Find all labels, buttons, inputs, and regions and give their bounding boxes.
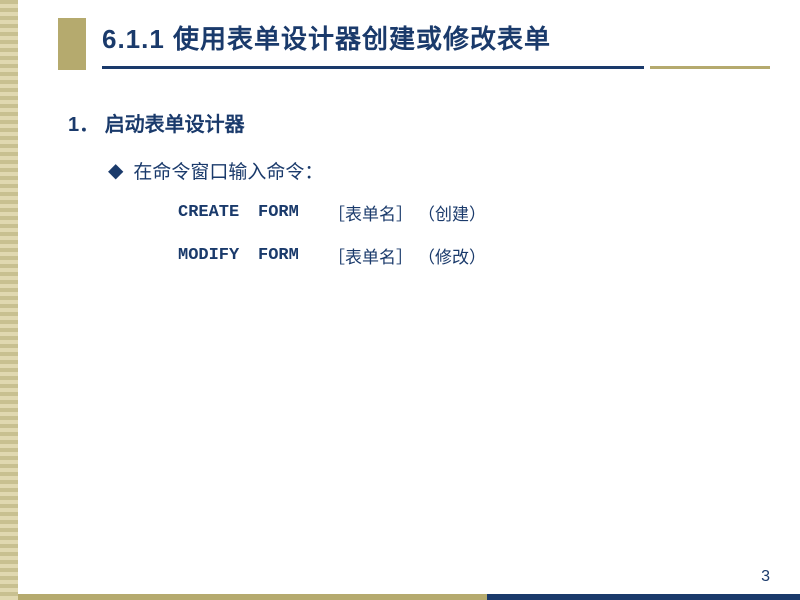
page-number: 3 [761, 568, 770, 586]
left-stripe [0, 0, 18, 600]
header-top-bar: 6.1.1 使用表单设计器创建或修改表单 [58, 18, 770, 70]
cmd-modify-keyword: MODIFY [178, 246, 258, 265]
divider-line-dark [102, 66, 644, 69]
commands-table: CREATE FORM ［表单名］ （创建） MODIFY FORM ［表单名］… [178, 200, 760, 268]
diamond-bullet-icon: ◆ [108, 158, 123, 183]
slide-title: 6.1.1 使用表单设计器创建或修改表单 [102, 19, 770, 62]
content-area: 1． 启动表单设计器 ◆ 在命令窗口输入命令： CREATE FORM ［表单名… [18, 78, 800, 600]
cmd-modify-form: FORM [258, 246, 328, 265]
command-row-create: CREATE FORM ［表单名］ （创建） [178, 200, 760, 225]
divider-line-accent [650, 66, 770, 69]
cmd-modify-param: ［表单名］ [328, 243, 418, 268]
bullet-text: 在命令窗口输入命令： [133, 157, 323, 184]
header-divider [102, 66, 770, 69]
bottom-accent-bar [18, 594, 800, 600]
section1-label: 启动表单设计器 [105, 114, 245, 136]
bullet-item: ◆ 在命令窗口输入命令： [108, 157, 760, 184]
command-row-modify: MODIFY FORM ［表单名］ （修改） [178, 243, 760, 268]
cmd-create-form: FORM [258, 203, 328, 222]
header-accent-block [58, 18, 86, 70]
header-title-area: 6.1.1 使用表单设计器创建或修改表单 [102, 18, 770, 70]
header-area: 6.1.1 使用表单设计器创建或修改表单 [18, 0, 800, 78]
cmd-create-param: ［表单名］ [328, 200, 418, 225]
section1-number: 1． [68, 114, 99, 136]
section1-heading: 1． 启动表单设计器 [68, 108, 760, 137]
cmd-create-keyword: CREATE [178, 203, 258, 222]
slide-container: 6.1.1 使用表单设计器创建或修改表单 1． 启动表单设计器 ◆ 在命令窗口输… [0, 0, 800, 600]
cmd-create-comment: （创建） [418, 200, 486, 225]
cmd-modify-comment: （修改） [418, 243, 486, 268]
